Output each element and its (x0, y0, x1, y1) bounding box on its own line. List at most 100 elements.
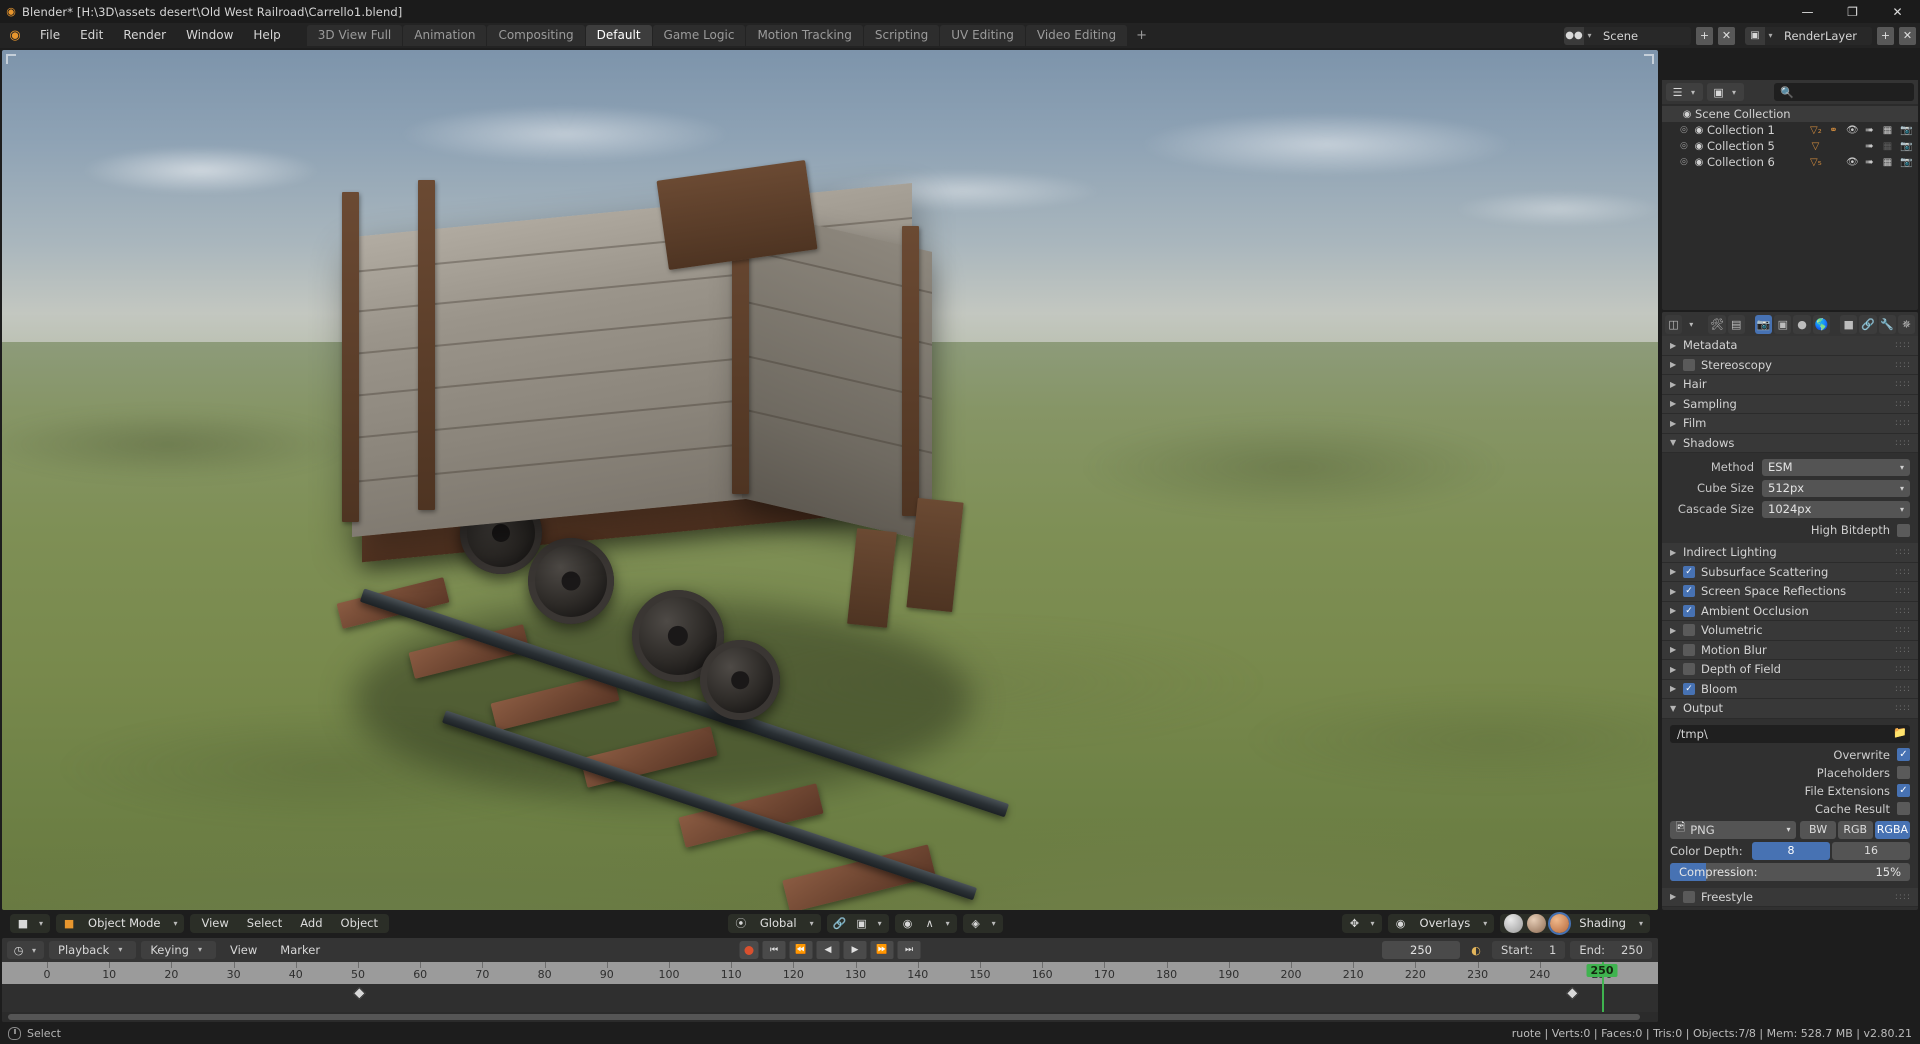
timeline-track-area[interactable] (2, 984, 1658, 1022)
output-path-input[interactable]: /tmp\ 📁 (1670, 724, 1910, 743)
depth-of-field-checkbox[interactable] (1683, 663, 1695, 676)
panel-volumetric[interactable]: ▶ Volumetric :::: (1662, 621, 1918, 641)
disable-in-renders-icon[interactable]: 📷 (1900, 141, 1912, 152)
panel-indirect-lighting[interactable]: ▶ Indirect Lighting :::: (1662, 543, 1918, 563)
folder-icon[interactable]: 📁 (1893, 726, 1907, 739)
chevron-down-icon[interactable]: ▾ (168, 919, 182, 928)
chevron-down-icon[interactable]: ▾ (1366, 919, 1380, 928)
outliner-row-scene-collection[interactable]: ◉ Scene Collection (1662, 106, 1918, 122)
pivot-point-selector[interactable]: ◈ ▾ (962, 913, 1003, 933)
selectable-icon[interactable]: ➠ (1864, 141, 1875, 152)
object-tab[interactable]: ■ (1840, 314, 1858, 334)
workspace-tab-motion-tracking[interactable]: Motion Tracking (746, 25, 863, 46)
chevron-down-icon[interactable]: ▾ (987, 919, 1001, 928)
screen-space-reflections-checkbox[interactable]: ✓ (1683, 585, 1695, 598)
disable-in-viewports-icon[interactable]: ▦ (1882, 157, 1893, 168)
viewport-corner-handle[interactable] (1644, 54, 1654, 64)
workspace-tab-video-editing[interactable]: Video Editing (1025, 25, 1128, 46)
snapping-controls[interactable]: 🔗 ▣ ▾ (826, 913, 889, 933)
disable-in-renders-icon[interactable]: 📷 (1900, 157, 1912, 168)
add-workspace-button[interactable]: + (1128, 28, 1155, 43)
menu-render[interactable]: Render (113, 26, 176, 45)
outliner-editor[interactable]: ☰ ▾ ▣ ▾ 🔍 ◉ Scene Collection ◎ ◉ Collect… (1662, 80, 1918, 310)
panel-output[interactable]: ▼ Output :::: (1662, 699, 1918, 719)
shadow-method-dropdown[interactable]: ESM ▾ (1762, 458, 1910, 476)
play-button[interactable]: ▶ (843, 941, 867, 959)
high-bitdepth-checkbox[interactable] (1897, 523, 1910, 537)
disable-in-viewports-icon[interactable]: ▦ (1882, 141, 1893, 152)
expand-icon[interactable]: ◎ (1680, 141, 1691, 151)
play-reverse-button[interactable]: ◀ (816, 941, 840, 959)
solid-shading-button[interactable] (1504, 913, 1524, 933)
menu-object[interactable]: Object (332, 914, 387, 933)
falloff-curve-icon[interactable]: ∧ (919, 914, 941, 933)
freestyle-checkbox[interactable] (1683, 890, 1695, 903)
cascade-size-dropdown[interactable]: 1024px ▾ (1762, 500, 1910, 518)
close-button[interactable]: ✕ (1875, 0, 1920, 23)
workspace-tab-scripting[interactable]: Scripting (863, 25, 940, 46)
menu-add[interactable]: Add (291, 914, 331, 933)
chevron-down-icon[interactable]: ▾ (27, 946, 41, 955)
properties-editor[interactable]: ◫ ▾ 🛠 ▤ 📷 ▣ ● 🌎 ■ 🔗 🔧 ✵ ▶ Metadata :::: … (1662, 312, 1918, 910)
panel-depth-of-field[interactable]: ▶ Depth of Field :::: (1662, 660, 1918, 680)
workspace-tab-animation[interactable]: Animation (403, 25, 487, 46)
panel-stereoscopy[interactable]: ▶ Stereoscopy :::: (1662, 355, 1918, 375)
playhead[interactable] (1602, 984, 1604, 1012)
outliner-filter-selector[interactable]: ▣ ▾ (1707, 83, 1745, 101)
chevron-down-icon[interactable]: ▾ (34, 919, 48, 928)
remove-scene-button[interactable]: ✕ (1718, 26, 1735, 45)
bloom-checkbox[interactable]: ✓ (1683, 682, 1695, 695)
chevron-down-icon[interactable]: ▾ (1478, 919, 1492, 928)
keyframe-marker[interactable] (352, 986, 366, 1000)
file-format-dropdown[interactable]: 🖻 PNG ▾ (1670, 820, 1797, 839)
scene-tab[interactable]: ● (1793, 314, 1811, 334)
shading-label[interactable]: Shading (1571, 914, 1634, 933)
modifiers-tab[interactable]: 🔧 (1878, 314, 1896, 334)
panel-screen-space-reflections[interactable]: ▶ ✓ Screen Space Reflections :::: (1662, 582, 1918, 602)
cache-result-checkbox[interactable] (1897, 802, 1910, 815)
panel-sampling[interactable]: ▶ Sampling :::: (1662, 394, 1918, 414)
menu-file[interactable]: File (30, 26, 70, 45)
view-layer-selector[interactable]: ▣ ▾ RenderLayer (1745, 26, 1872, 45)
chevron-down-icon[interactable]: ▾ (1584, 31, 1595, 40)
remove-view-layer-button[interactable]: ✕ (1899, 26, 1916, 45)
scene-selector[interactable]: ●● ▾ Scene (1564, 26, 1691, 45)
disable-in-viewports-icon[interactable]: ▦ (1882, 125, 1893, 136)
chevron-down-icon[interactable]: ▾ (1686, 88, 1700, 97)
current-frame-input[interactable]: 250 (1382, 941, 1461, 959)
hide-in-viewport-icon[interactable]: 👁 (1846, 125, 1859, 136)
transform-orientation-selector[interactable]: ⦿ Global ▾ (727, 913, 821, 933)
rendered-shading-button[interactable] (1548, 911, 1572, 935)
stereoscopy-checkbox[interactable] (1683, 358, 1695, 371)
workspace-tab-uv-editing[interactable]: UV Editing (940, 25, 1025, 46)
proportional-edit-icon[interactable]: ◉ (897, 914, 919, 933)
hide-in-viewport-icon[interactable]: 👁 (1846, 157, 1859, 168)
mode-label[interactable]: Object Mode (80, 914, 168, 933)
motion-blur-checkbox[interactable] (1683, 643, 1695, 656)
view-layer-name[interactable]: RenderLayer (1776, 26, 1872, 45)
orientation-label[interactable]: Global (752, 914, 805, 933)
show-gizmo-icon[interactable]: ✥ (1344, 914, 1366, 933)
blender-menu-icon[interactable]: ◉ (0, 28, 30, 43)
overlays-popover[interactable]: ◉ Overlays ▾ (1387, 913, 1495, 933)
start-frame-input[interactable]: Start: 1 (1492, 941, 1566, 959)
snap-target-icon[interactable]: ▣ (851, 914, 873, 933)
placeholders-checkbox[interactable] (1897, 766, 1910, 779)
constraints-tab[interactable]: 🔗 (1859, 314, 1877, 334)
menu-edit[interactable]: Edit (70, 26, 113, 45)
selectable-icon[interactable]: ➠ (1864, 157, 1875, 168)
playback-menu[interactable]: Playback ▾ (49, 941, 137, 959)
menu-window[interactable]: Window (176, 26, 243, 45)
editor-type-timeline-selector[interactable]: ◷ ▾ (7, 941, 45, 959)
color-mode-rgba-button[interactable]: RGBA (1874, 820, 1910, 839)
workspace-tab-compositing[interactable]: Compositing (487, 25, 585, 46)
overlays-icon[interactable]: ◉ (1390, 914, 1412, 933)
expand-icon[interactable]: ◎ (1680, 125, 1691, 135)
editor-type-properties-icon[interactable]: ◫ (1665, 314, 1683, 334)
jump-to-start-button[interactable]: ⏮ (762, 941, 786, 959)
timeline-ruler[interactable]: 0 10 20 30 40 50 60 70 80 90 100 110 120 130 140 150 160… (2, 962, 1658, 984)
panel-metadata[interactable]: ▶ Metadata :::: (1662, 336, 1918, 356)
panel-motion-blur[interactable]: ▶ Motion Blur :::: (1662, 640, 1918, 660)
workspace-tab-3d-view-full[interactable]: 3D View Full (306, 25, 403, 46)
next-keyframe-button[interactable]: ⏩ (870, 941, 894, 959)
